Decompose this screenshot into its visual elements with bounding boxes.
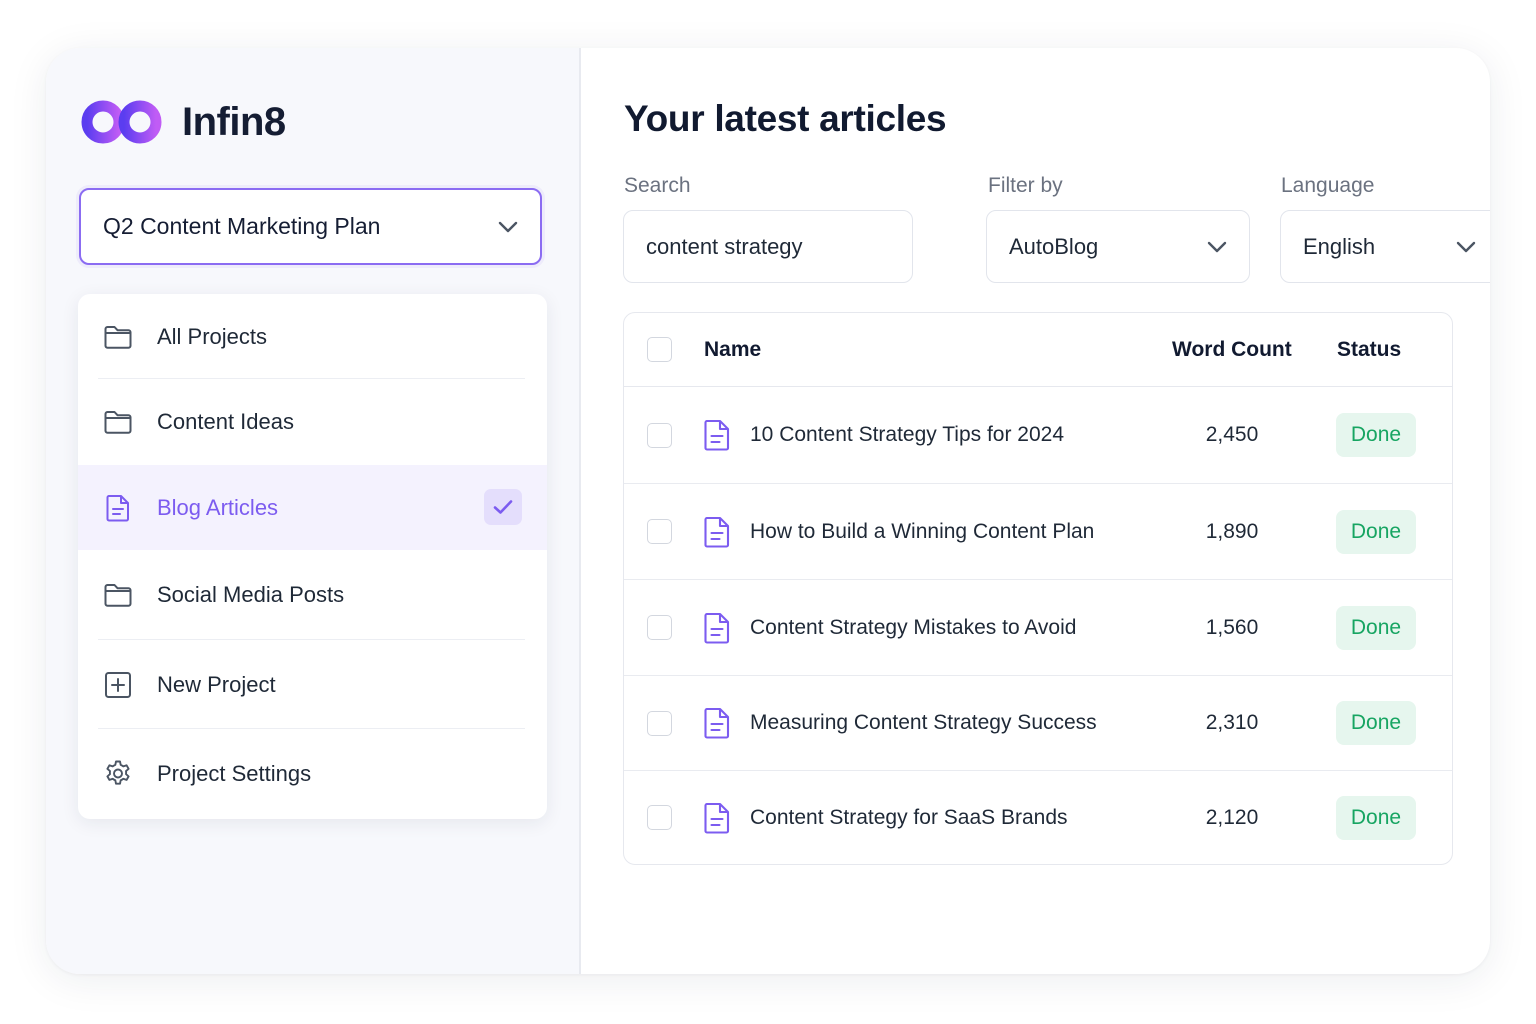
select-all-checkbox[interactable]	[647, 337, 672, 362]
chevron-down-icon	[1207, 241, 1227, 252]
folder-icon	[102, 321, 134, 353]
row-checkbox[interactable]	[647, 710, 672, 736]
article-name[interactable]: Content Strategy Mistakes to Avoid	[750, 616, 1076, 640]
article-word-count: 2,120	[1205, 805, 1259, 829]
sidebar-item-label: All Projects	[157, 323, 268, 349]
sidebar-item-all-projects[interactable]: All Projects	[78, 294, 547, 379]
row-checkbox[interactable]	[647, 422, 672, 448]
article-name[interactable]: Content Strategy for SaaS Brands	[750, 806, 1068, 830]
sidebar: Infin8 Q2 Content Marketing Plan All Pro…	[46, 48, 581, 974]
plus-square-icon	[102, 669, 134, 701]
search-label: Search	[624, 174, 691, 197]
app-window: Infin8 Q2 Content Marketing Plan All Pro…	[46, 48, 1490, 974]
sidebar-item-label: Blog Articles	[157, 494, 279, 520]
filter-label: Filter by	[988, 174, 1063, 197]
chevron-down-icon	[1456, 241, 1476, 252]
sidebar-item-project-settings[interactable]: Project Settings	[78, 729, 547, 819]
app-name: Infin8	[182, 99, 286, 144]
document-icon	[704, 707, 730, 739]
row-checkbox[interactable]	[647, 805, 672, 830]
document-icon	[102, 492, 134, 524]
article-word-count: 1,890	[1205, 519, 1259, 543]
article-word-count: 2,450	[1205, 423, 1259, 446]
column-header-status[interactable]: Status	[1337, 338, 1401, 362]
sidebar-item-label: Content Ideas	[157, 409, 294, 434]
row-checkbox[interactable]	[647, 615, 672, 640]
column-header-word-count[interactable]: Word Count	[1172, 338, 1292, 362]
language-label: Language	[1281, 174, 1375, 197]
project-select-value: Q2 Content Marketing Plan	[103, 213, 381, 239]
document-icon	[704, 516, 730, 548]
sidebar-item-label: Social Media Posts	[157, 582, 345, 607]
table-row[interactable]: Measuring Content Strategy Success 2,310…	[624, 676, 1452, 771]
gear-icon	[102, 758, 134, 790]
search-input[interactable]	[646, 233, 890, 260]
infinity-logo-icon	[81, 100, 162, 144]
status-badge: Done	[1336, 605, 1416, 650]
status-badge: Done	[1336, 795, 1416, 840]
table-row[interactable]: Content Strategy for SaaS Brands 2,120 D…	[624, 771, 1452, 864]
page-title: Your latest articles	[624, 98, 947, 139]
row-checkbox[interactable]	[647, 519, 672, 544]
sidebar-item-label: Project Settings	[157, 761, 312, 786]
table-row[interactable]: How to Build a Winning Content Plan 1,89…	[624, 484, 1452, 580]
sidebar-item-social-media-posts[interactable]: Social Media Posts	[78, 550, 547, 640]
logo[interactable]: Infin8	[80, 92, 286, 152]
table-row[interactable]: 10 Content Strategy Tips for 2024 2,450 …	[624, 387, 1452, 484]
article-name[interactable]: 10 Content Strategy Tips for 2024	[750, 423, 1064, 447]
table-header: Name Word Count Status	[624, 313, 1452, 387]
filter-select-value: AutoBlog	[1009, 233, 1099, 259]
article-name[interactable]: Measuring Content Strategy Success	[750, 711, 1097, 735]
articles-table: Name Word Count Status 10 Content Strate…	[623, 312, 1453, 865]
main-content: Your latest articles Search Filter by Au…	[583, 48, 1490, 974]
column-header-name[interactable]: Name	[704, 338, 761, 362]
language-select[interactable]: English	[1280, 210, 1490, 283]
article-word-count: 1,560	[1205, 615, 1259, 639]
chevron-down-icon	[498, 221, 518, 232]
status-badge: Done	[1336, 701, 1416, 745]
folder-icon	[102, 579, 134, 611]
status-badge: Done	[1336, 413, 1416, 457]
status-badge: Done	[1336, 509, 1416, 554]
language-select-value: English	[1303, 233, 1376, 259]
document-icon	[704, 612, 730, 644]
project-select[interactable]: Q2 Content Marketing Plan	[79, 188, 542, 265]
sidebar-item-label: New Project	[157, 671, 276, 697]
project-menu: All Projects Content Ideas Blog Articles	[78, 294, 547, 819]
article-word-count: 2,310	[1205, 711, 1259, 734]
selected-check-icon	[484, 489, 522, 525]
sidebar-item-blog-articles[interactable]: Blog Articles	[78, 465, 547, 550]
sidebar-item-content-ideas[interactable]: Content Ideas	[78, 379, 547, 465]
document-icon	[704, 419, 730, 451]
sidebar-item-new-project[interactable]: New Project	[78, 640, 547, 729]
article-name[interactable]: How to Build a Winning Content Plan	[750, 520, 1094, 544]
filter-select[interactable]: AutoBlog	[986, 210, 1250, 283]
document-icon	[704, 802, 730, 834]
table-row[interactable]: Content Strategy Mistakes to Avoid 1,560…	[624, 580, 1452, 676]
folder-icon	[102, 406, 134, 438]
search-field	[623, 210, 913, 283]
